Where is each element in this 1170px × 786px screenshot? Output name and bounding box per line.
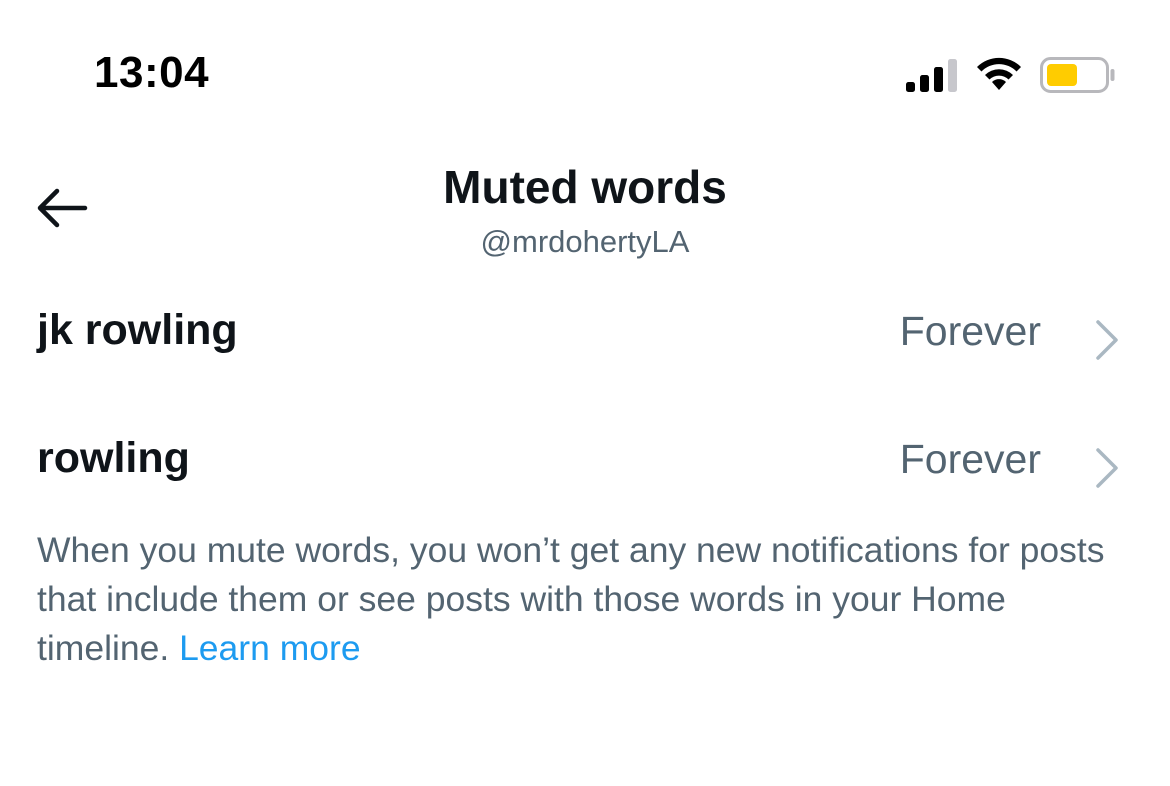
mute-duration: Forever: [899, 436, 1041, 482]
muted-words-description: When you mute words, you won’t get any n…: [37, 526, 1137, 673]
page-title: Muted words: [443, 161, 727, 213]
chevron-right-icon: [1096, 448, 1118, 488]
chevron-right-icon: [1096, 320, 1118, 360]
muted-word-row[interactable]: rowling Forever: [0, 418, 1170, 508]
status-bar: 13:04: [0, 0, 1170, 150]
mute-duration: Forever: [899, 308, 1041, 354]
battery-level: [1047, 64, 1077, 86]
muted-word-label: rowling: [37, 434, 190, 482]
cellular-signal-icon: [906, 59, 957, 92]
battery-icon: [1040, 57, 1115, 93]
muted-word-label: jk rowling: [37, 306, 238, 354]
status-time: 13:04: [94, 48, 210, 97]
learn-more-link[interactable]: Learn more: [179, 628, 361, 668]
account-handle: @mrdohertyLA: [480, 224, 690, 259]
muted-word-row[interactable]: jk rowling Forever: [0, 290, 1170, 380]
wifi-icon: [977, 57, 1021, 90]
